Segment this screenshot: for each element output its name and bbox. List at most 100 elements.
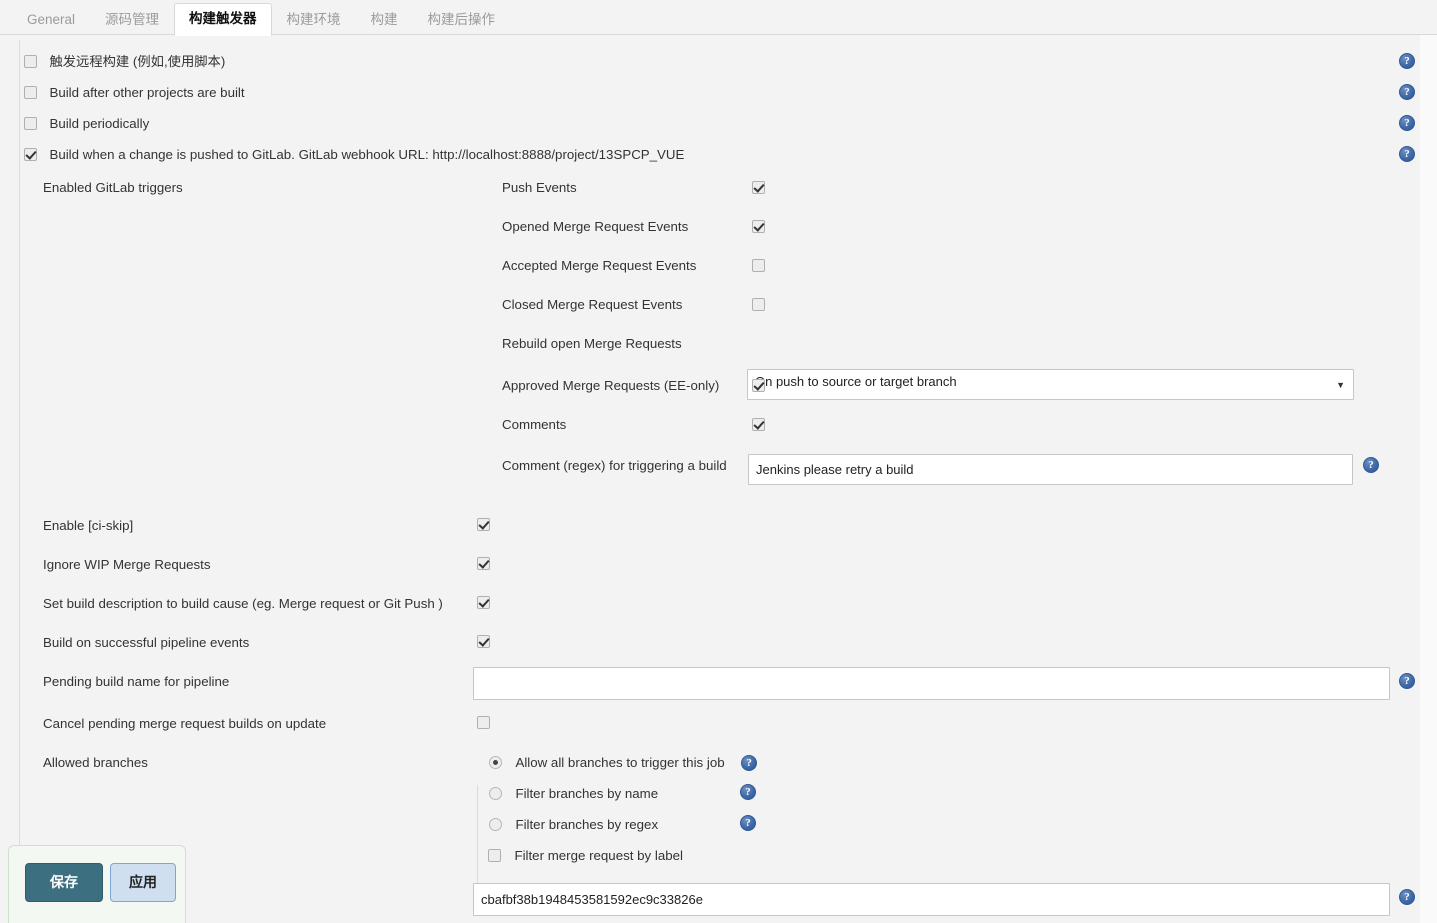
accepted-mr-events-checkbox-wrap[interactable] <box>752 257 765 275</box>
pending-build-name-label: Pending build name for pipeline <box>43 674 230 689</box>
comments-checkbox[interactable] <box>752 418 765 432</box>
enable-ci-skip-label: Enable [ci-skip] <box>43 518 134 533</box>
help-icon[interactable]: ? <box>1399 114 1415 131</box>
build-on-pipeline-checkbox-wrap[interactable] <box>477 633 490 651</box>
right-gutter <box>1420 35 1437 923</box>
help-icon[interactable]: ? <box>1399 145 1415 162</box>
tab-4[interactable]: 构建 <box>356 4 413 36</box>
help-icon-remote-wrap[interactable]: ? <box>1399 52 1415 70</box>
comments-checkbox-wrap[interactable] <box>752 416 765 434</box>
trigger-row-after-projects[interactable]: Build after other projects are built <box>24 84 245 102</box>
build-periodically-label: Build periodically <box>49 116 150 131</box>
allow-all-branches-radio[interactable] <box>489 756 502 770</box>
rebuild-open-mr-value: On push to source or target branch <box>755 374 957 389</box>
cancel-pending-checkbox[interactable] <box>477 716 490 730</box>
help-icon-filter-name-wrap[interactable]: ? <box>740 783 756 801</box>
filter-branches-regex-option[interactable]: Filter branches by regex <box>489 816 658 834</box>
filter-mr-by-label-option[interactable]: Filter merge request by label <box>488 847 683 865</box>
opened-mr-events-checkbox-wrap[interactable] <box>752 218 765 236</box>
approved-mr-checkbox-wrap[interactable] <box>752 377 765 395</box>
build-after-projects-checkbox[interactable] <box>24 86 37 100</box>
accepted-mr-events-label: Accepted Merge Request Events <box>502 258 697 273</box>
filter-branches-name-option[interactable]: Filter branches by name <box>489 785 658 803</box>
filter-branches-name-radio[interactable] <box>489 787 502 801</box>
form-left-divider <box>19 40 20 880</box>
opened-mr-events-label: Opened Merge Request Events <box>502 219 689 234</box>
ignore-wip-label: Ignore WIP Merge Requests <box>43 557 211 572</box>
pending-build-name-input[interactable] <box>473 667 1390 700</box>
help-icon-gitlab-push-wrap[interactable]: ? <box>1399 145 1415 163</box>
trigger-row-periodically[interactable]: Build periodically <box>24 115 149 133</box>
gitlab-push-label: Build when a change is pushed to GitLab.… <box>49 147 685 162</box>
tab-5[interactable]: 构建后操作 <box>413 4 511 36</box>
build-periodically-checkbox[interactable] <box>24 117 37 131</box>
push-events-checkbox[interactable] <box>752 181 765 195</box>
tab-1[interactable]: 源码管理 <box>90 4 174 36</box>
jenkins-config-screen: General 源码管理 构建触发器 构建环境 构建 构建后操作 触发远程构建 (例如,使… <box>0 0 1437 923</box>
enable-ci-skip-checkbox[interactable] <box>477 518 490 532</box>
help-icon[interactable]: ? <box>1399 83 1415 100</box>
comment-regex-label: Comment (regex) for triggering a build <box>502 458 727 473</box>
help-icon-periodically-wrap[interactable]: ? <box>1399 114 1415 132</box>
rebuild-open-mr-select[interactable]: On push to source or target branch ▼ <box>747 369 1354 400</box>
push-events-label: Push Events <box>502 180 577 195</box>
ignore-wip-checkbox[interactable] <box>477 557 490 571</box>
filter-branches-name-label: Filter branches by name <box>515 786 659 801</box>
build-on-pipeline-checkbox[interactable] <box>477 635 490 649</box>
save-apply-panel: 保存 应用 <box>8 845 186 923</box>
config-tab-bar: General 源码管理 构建触发器 构建环境 构建 构建后操作 <box>0 0 1437 36</box>
closed-mr-events-checkbox-wrap[interactable] <box>752 296 765 314</box>
build-after-projects-label: Build after other projects are built <box>49 85 245 100</box>
ignore-wip-checkbox-wrap[interactable] <box>477 555 490 573</box>
tab-3[interactable]: 构建环境 <box>272 4 356 36</box>
gitlab-push-checkbox[interactable] <box>24 148 37 162</box>
rebuild-open-mr-label: Rebuild open Merge Requests <box>502 336 682 351</box>
allow-all-branches-option[interactable]: Allow all branches to trigger this job ? <box>489 754 758 772</box>
help-icon[interactable]: ? <box>740 783 756 800</box>
help-icon-after-projects-wrap[interactable]: ? <box>1399 83 1415 101</box>
enabled-gitlab-triggers-label: Enabled GitLab triggers <box>43 180 183 195</box>
chevron-down-icon: ▼ <box>1336 379 1345 390</box>
apply-button[interactable]: 应用 <box>110 863 176 902</box>
config-form-panel: 触发远程构建 (例如,使用脚本) ? Build after other pro… <box>0 35 1437 923</box>
help-icon-secret-token-wrap[interactable]: ? <box>1399 888 1415 906</box>
filter-mr-by-label-checkbox[interactable] <box>488 849 501 863</box>
enable-ci-skip-checkbox-wrap[interactable] <box>477 516 490 534</box>
set-build-description-checkbox-wrap[interactable] <box>477 594 490 612</box>
set-build-description-label: Set build description to build cause (eg… <box>43 596 443 611</box>
closed-mr-events-label: Closed Merge Request Events <box>502 297 683 312</box>
tab-2[interactable]: 构建触发器 <box>174 3 272 36</box>
help-icon-filter-regex-wrap[interactable]: ? <box>740 814 756 832</box>
filter-branches-regex-label: Filter branches by regex <box>515 817 659 832</box>
closed-mr-events-checkbox[interactable] <box>752 298 765 312</box>
help-icon[interactable]: ? <box>1399 888 1415 905</box>
secret-token-input[interactable] <box>473 883 1390 916</box>
help-icon[interactable]: ? <box>741 754 758 771</box>
remote-build-checkbox[interactable] <box>24 55 37 69</box>
trigger-row-remote[interactable]: 触发远程构建 (例如,使用脚本) <box>24 53 225 71</box>
build-on-pipeline-label: Build on successful pipeline events <box>43 635 250 650</box>
approved-mr-checkbox[interactable] <box>752 379 765 393</box>
comments-label: Comments <box>502 417 567 432</box>
filter-branches-regex-radio[interactable] <box>489 818 502 832</box>
push-events-checkbox-wrap[interactable] <box>752 179 765 197</box>
help-icon-pending-build-wrap[interactable]: ? <box>1399 672 1415 690</box>
cancel-pending-checkbox-wrap[interactable] <box>477 714 490 732</box>
comment-regex-input[interactable] <box>748 454 1353 485</box>
set-build-description-checkbox[interactable] <box>477 596 490 610</box>
opened-mr-events-checkbox[interactable] <box>752 220 765 234</box>
help-icon[interactable]: ? <box>1399 52 1415 69</box>
help-icon[interactable]: ? <box>1363 456 1379 473</box>
help-icon[interactable]: ? <box>740 814 756 831</box>
help-icon-comment-regex-wrap[interactable]: ? <box>1363 456 1379 474</box>
accepted-mr-events-checkbox[interactable] <box>752 259 765 273</box>
help-icon[interactable]: ? <box>1399 672 1415 689</box>
allowed-branches-label: Allowed branches <box>43 755 148 770</box>
trigger-row-gitlab-push[interactable]: Build when a change is pushed to GitLab.… <box>24 146 684 164</box>
save-button[interactable]: 保存 <box>25 863 103 902</box>
approved-mr-label: Approved Merge Requests (EE-only) <box>502 378 720 393</box>
tab-0[interactable]: General <box>12 4 90 36</box>
remote-build-label: 触发远程构建 (例如,使用脚本) <box>49 54 226 69</box>
filter-mr-by-label-label: Filter merge request by label <box>514 848 683 863</box>
allow-all-branches-label: Allow all branches to trigger this job <box>515 755 725 770</box>
